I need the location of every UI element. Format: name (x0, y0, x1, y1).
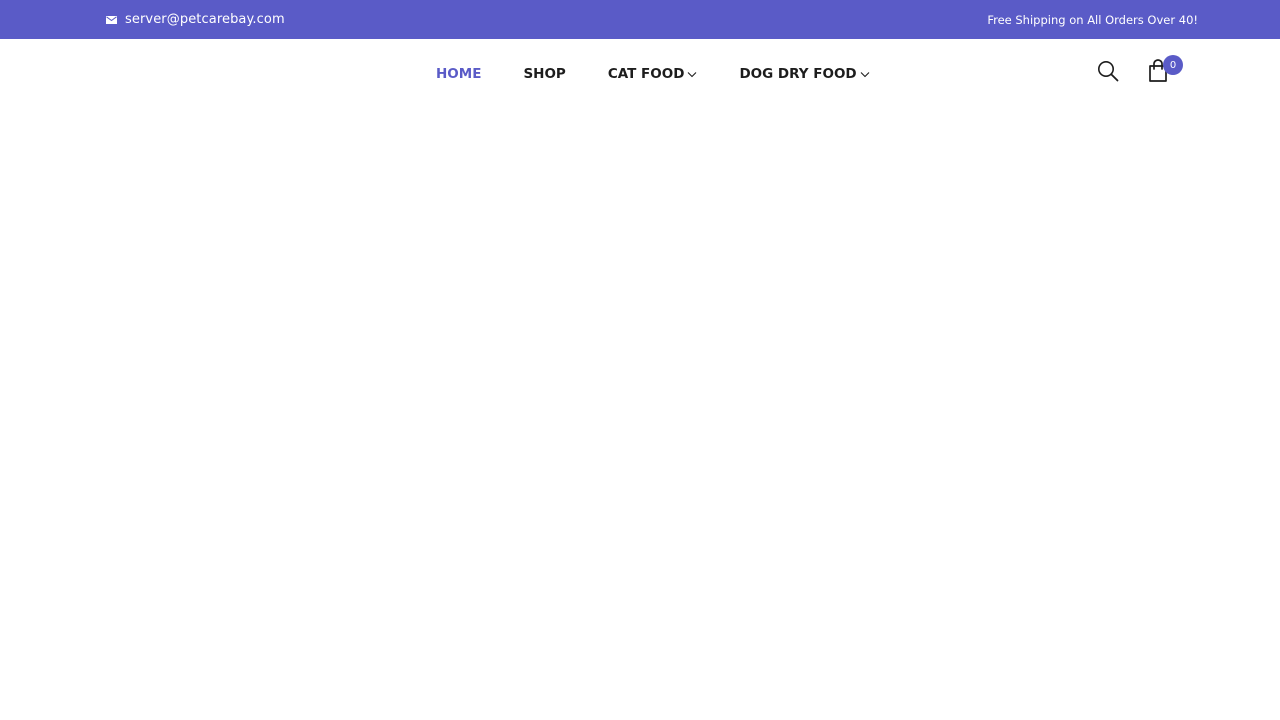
top-bar: server@petcarebay.com Free Shipping on A… (0, 0, 1280, 39)
shipping-promo: Free Shipping on All Orders Over 40! (987, 12, 1198, 27)
search-icon (1098, 61, 1119, 82)
nav-item-label: HOME (436, 66, 482, 82)
main-nav: HOME SHOP CAT FOOD DOG DRY FOOD (436, 61, 870, 87)
nav-item-shop[interactable]: SHOP (523, 66, 565, 82)
mail-icon (106, 15, 117, 24)
nav-item-label: DOG DRY FOOD (739, 66, 857, 82)
cart-count-badge: 0 (1163, 55, 1183, 75)
email-text[interactable]: server@petcarebay.com (125, 12, 285, 27)
chevron-down-icon (860, 72, 870, 78)
nav-item-cat-food[interactable]: CAT FOOD (608, 66, 698, 82)
chevron-down-icon (688, 72, 697, 78)
contact-email[interactable]: server@petcarebay.com (106, 0, 285, 39)
nav-item-label: SHOP (523, 66, 566, 82)
nav-item-home[interactable]: HOME (436, 66, 481, 82)
search-button[interactable] (1097, 60, 1119, 82)
site-header: HOME SHOP CAT FOOD DOG DRY FOOD 0 (0, 39, 1280, 109)
nav-item-dog-dry-food[interactable]: DOG DRY FOOD (739, 66, 870, 82)
nav-item-label: CAT FOOD (607, 66, 685, 82)
page-content (0, 109, 1280, 720)
